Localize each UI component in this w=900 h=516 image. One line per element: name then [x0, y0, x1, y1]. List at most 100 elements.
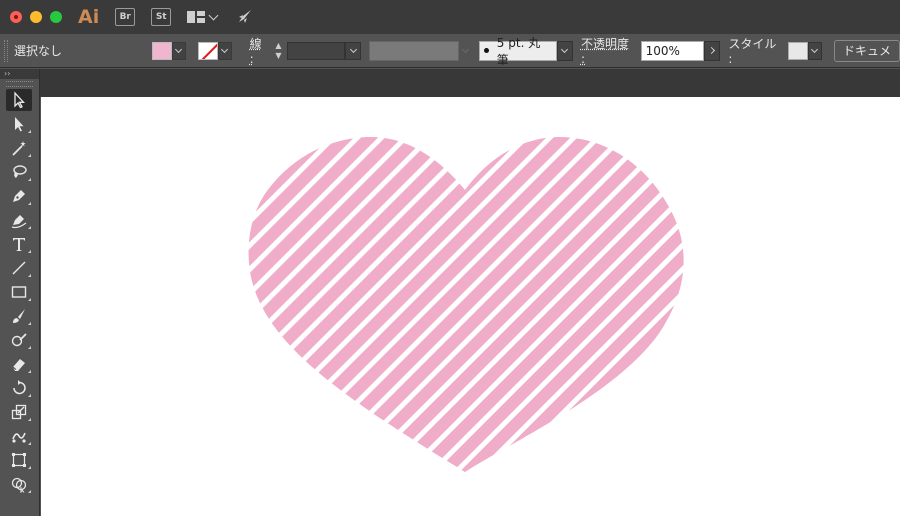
- lasso-tool[interactable]: [6, 161, 32, 183]
- app-logo: Ai: [78, 6, 100, 28]
- selection-arrow-icon: [14, 91, 25, 109]
- chevron-down-icon: [221, 45, 229, 53]
- adobe-stock-button[interactable]: St: [151, 8, 172, 26]
- tool-group-indicator: [28, 178, 31, 181]
- selection-status: 選択なし: [14, 44, 63, 58]
- chevron-down-icon: [175, 45, 183, 53]
- shape-builder-icon: [11, 477, 27, 493]
- paintbrush-icon: [13, 309, 25, 323]
- zoom-window-button[interactable]: [50, 11, 62, 23]
- magic-wand-tool[interactable]: [6, 137, 32, 159]
- stepper-up-icon[interactable]: ▲: [275, 41, 281, 50]
- tool-group-indicator: [28, 394, 31, 397]
- brush-name: 5 pt. 丸筆: [496, 35, 541, 67]
- graphic-style-dropdown[interactable]: [808, 41, 822, 60]
- stroke-weight-input[interactable]: [287, 41, 346, 60]
- tool-group-indicator: [28, 370, 31, 373]
- arrange-documents-button[interactable]: [187, 10, 219, 23]
- chevron-right-icon: [707, 46, 715, 55]
- shaper-tool[interactable]: [6, 329, 32, 351]
- line-segment-tool[interactable]: [6, 257, 32, 279]
- stroke-weight-dropdown[interactable]: [345, 41, 362, 60]
- puppet-warp-icon: [12, 432, 26, 443]
- bridge-button[interactable]: Br: [115, 8, 136, 26]
- stroke-swatch-none[interactable]: [197, 41, 218, 60]
- tool-group-indicator: [28, 442, 31, 445]
- chevron-down-icon: [208, 10, 219, 20]
- paintbrush-tool[interactable]: [6, 305, 32, 327]
- direct-selection-tool[interactable]: [6, 113, 32, 135]
- graphic-style-label: スタイル :: [728, 37, 777, 66]
- tool-group-indicator: [28, 418, 31, 421]
- window-controls: [10, 11, 62, 23]
- eraser-tool[interactable]: [6, 353, 32, 375]
- brush-definition-dropdown[interactable]: [557, 40, 573, 61]
- stroke-color-control: [186, 41, 232, 60]
- gpu-performance-rocket-icon[interactable]: [235, 7, 255, 27]
- stroke-weight-stepper[interactable]: ▲ ▼: [273, 41, 283, 60]
- tools-panel-grip[interactable]: [6, 81, 33, 87]
- magic-wand-icon: [12, 141, 26, 156]
- chevron-down-icon: [462, 45, 470, 53]
- rectangle-tool[interactable]: [6, 281, 32, 303]
- fill-swatch[interactable]: [151, 41, 172, 60]
- lasso-icon: [13, 165, 27, 178]
- tool-group-indicator: [28, 274, 31, 277]
- free-transform-icon: [12, 453, 26, 467]
- tool-group-indicator: [28, 202, 31, 205]
- variable-width-profile[interactable]: [369, 40, 459, 61]
- graphic-style-swatch[interactable]: [788, 41, 808, 60]
- arrange-documents-icon: [187, 11, 206, 23]
- scale-tool[interactable]: [6, 401, 32, 423]
- stepper-down-icon[interactable]: ▼: [275, 51, 281, 60]
- tool-group-indicator: [28, 226, 31, 229]
- heart-artwork[interactable]: [41, 97, 900, 516]
- rectangle-icon: [11, 286, 27, 298]
- type-t-icon: [13, 238, 25, 251]
- close-window-button[interactable]: [10, 11, 22, 23]
- puppet-warp-tool[interactable]: [6, 425, 32, 447]
- variable-width-profile-dropdown[interactable]: [459, 41, 473, 61]
- control-bar: 選択なし 線 : ▲ ▼ 5 pt. 丸筆 不透明度 : 100% スタイル :…: [0, 34, 900, 68]
- line-segment-icon: [12, 261, 26, 275]
- fill-dropdown[interactable]: [171, 41, 186, 60]
- tool-group-indicator: [28, 322, 31, 325]
- document-setup-button[interactable]: ドキュメ: [833, 39, 900, 62]
- tool-group-indicator: [28, 346, 31, 349]
- rotate-icon: [13, 380, 26, 395]
- chevron-down-icon: [349, 45, 357, 53]
- shaper-icon: [11, 333, 27, 347]
- tool-group-indicator: [28, 154, 31, 157]
- selection-tool[interactable]: [6, 89, 32, 111]
- tool-group-indicator: [28, 298, 31, 301]
- free-transform-tool[interactable]: [6, 449, 32, 471]
- curvature-tool[interactable]: [6, 209, 32, 231]
- title-bar: Ai Br St: [0, 0, 900, 34]
- artboard-canvas[interactable]: [41, 97, 900, 516]
- opacity-label[interactable]: 不透明度 :: [581, 35, 637, 66]
- brush-definition[interactable]: 5 pt. 丸筆: [478, 36, 557, 67]
- control-bar-grip[interactable]: [4, 39, 8, 62]
- tool-group-indicator: [28, 250, 31, 253]
- tools-panel: ››: [0, 69, 40, 516]
- pen-tool[interactable]: [6, 185, 32, 207]
- opacity-input[interactable]: 100%: [640, 40, 705, 61]
- curvature-pen-icon: [11, 215, 27, 229]
- tool-group-indicator: [28, 490, 31, 493]
- brush-dot-icon: [483, 48, 489, 53]
- pen-nib-icon: [13, 190, 25, 202]
- heart-shape[interactable]: [41, 97, 900, 516]
- minimize-window-button[interactable]: [30, 11, 42, 23]
- tools-panel-collapse-button[interactable]: ››: [0, 69, 39, 79]
- shape-builder-tool[interactable]: [6, 473, 32, 495]
- scale-icon: [11, 404, 27, 420]
- direct-selection-arrow-icon: [15, 117, 24, 132]
- stroke-weight-label[interactable]: 線 :: [250, 35, 270, 66]
- stroke-color-dropdown[interactable]: [217, 41, 232, 60]
- chevron-down-icon: [561, 45, 569, 53]
- type-tool[interactable]: [6, 233, 32, 255]
- chevron-down-icon: [811, 45, 819, 53]
- opacity-slider-button[interactable]: [704, 40, 721, 61]
- rotate-tool[interactable]: [6, 377, 32, 399]
- tool-group-indicator: [28, 130, 31, 133]
